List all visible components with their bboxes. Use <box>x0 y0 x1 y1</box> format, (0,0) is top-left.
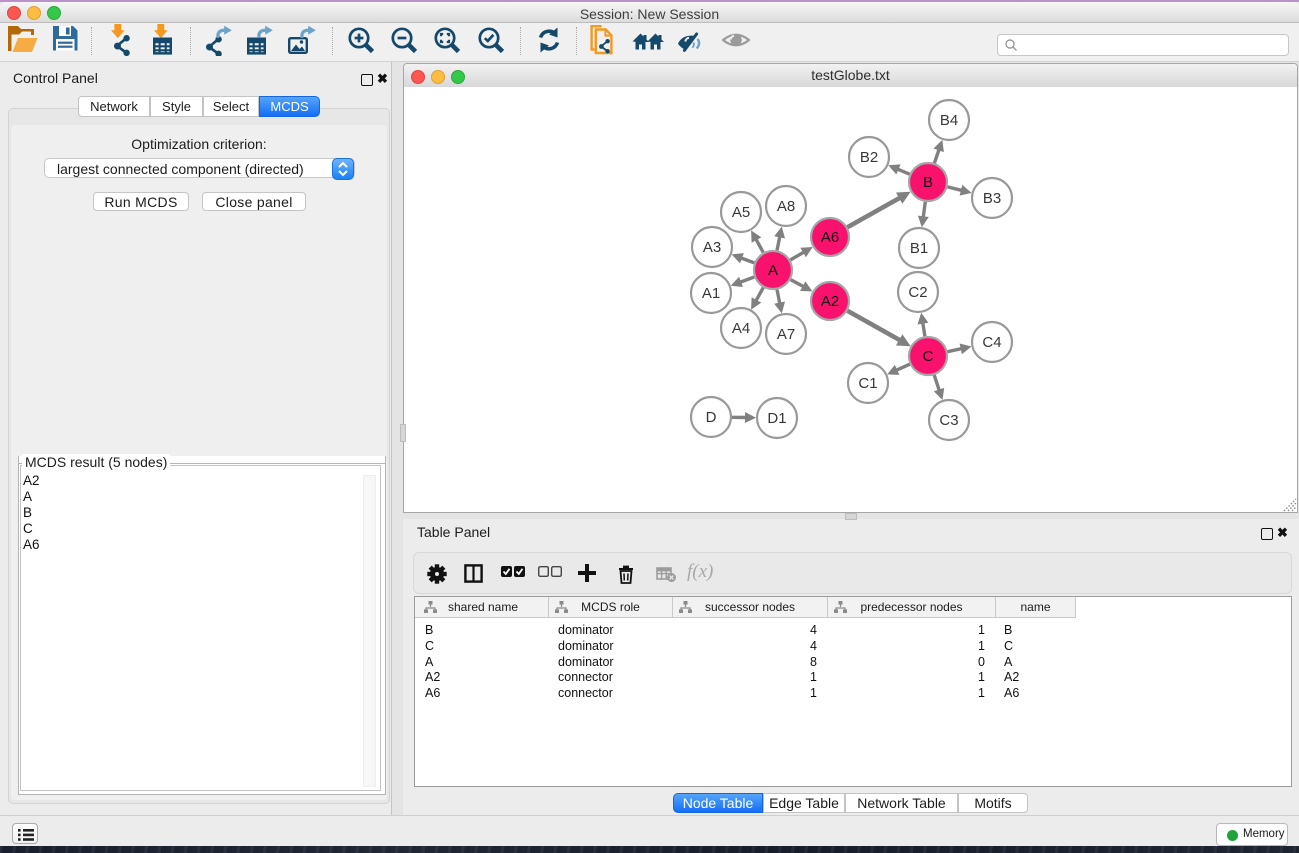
svg-text:C4: C4 <box>982 334 1001 351</box>
svg-text:B1: B1 <box>910 240 928 257</box>
svg-text:A4: A4 <box>732 320 750 337</box>
svg-text:A8: A8 <box>777 198 795 215</box>
svg-text:B3: B3 <box>983 190 1001 207</box>
svg-text:B4: B4 <box>940 112 958 129</box>
svg-text:B: B <box>923 174 933 191</box>
svg-text:B2: B2 <box>860 149 878 166</box>
svg-text:A2: A2 <box>821 293 839 310</box>
svg-text:A: A <box>768 262 778 279</box>
svg-text:A6: A6 <box>821 229 839 246</box>
svg-text:C2: C2 <box>908 284 927 301</box>
svg-text:A5: A5 <box>732 204 750 221</box>
svg-text:D: D <box>706 409 717 426</box>
svg-text:A7: A7 <box>777 326 795 343</box>
svg-text:C: C <box>923 348 934 365</box>
svg-text:C3: C3 <box>939 412 958 429</box>
svg-text:D1: D1 <box>767 410 786 427</box>
svg-text:A3: A3 <box>703 239 721 256</box>
svg-text:C1: C1 <box>858 375 877 392</box>
svg-text:A1: A1 <box>702 285 720 302</box>
